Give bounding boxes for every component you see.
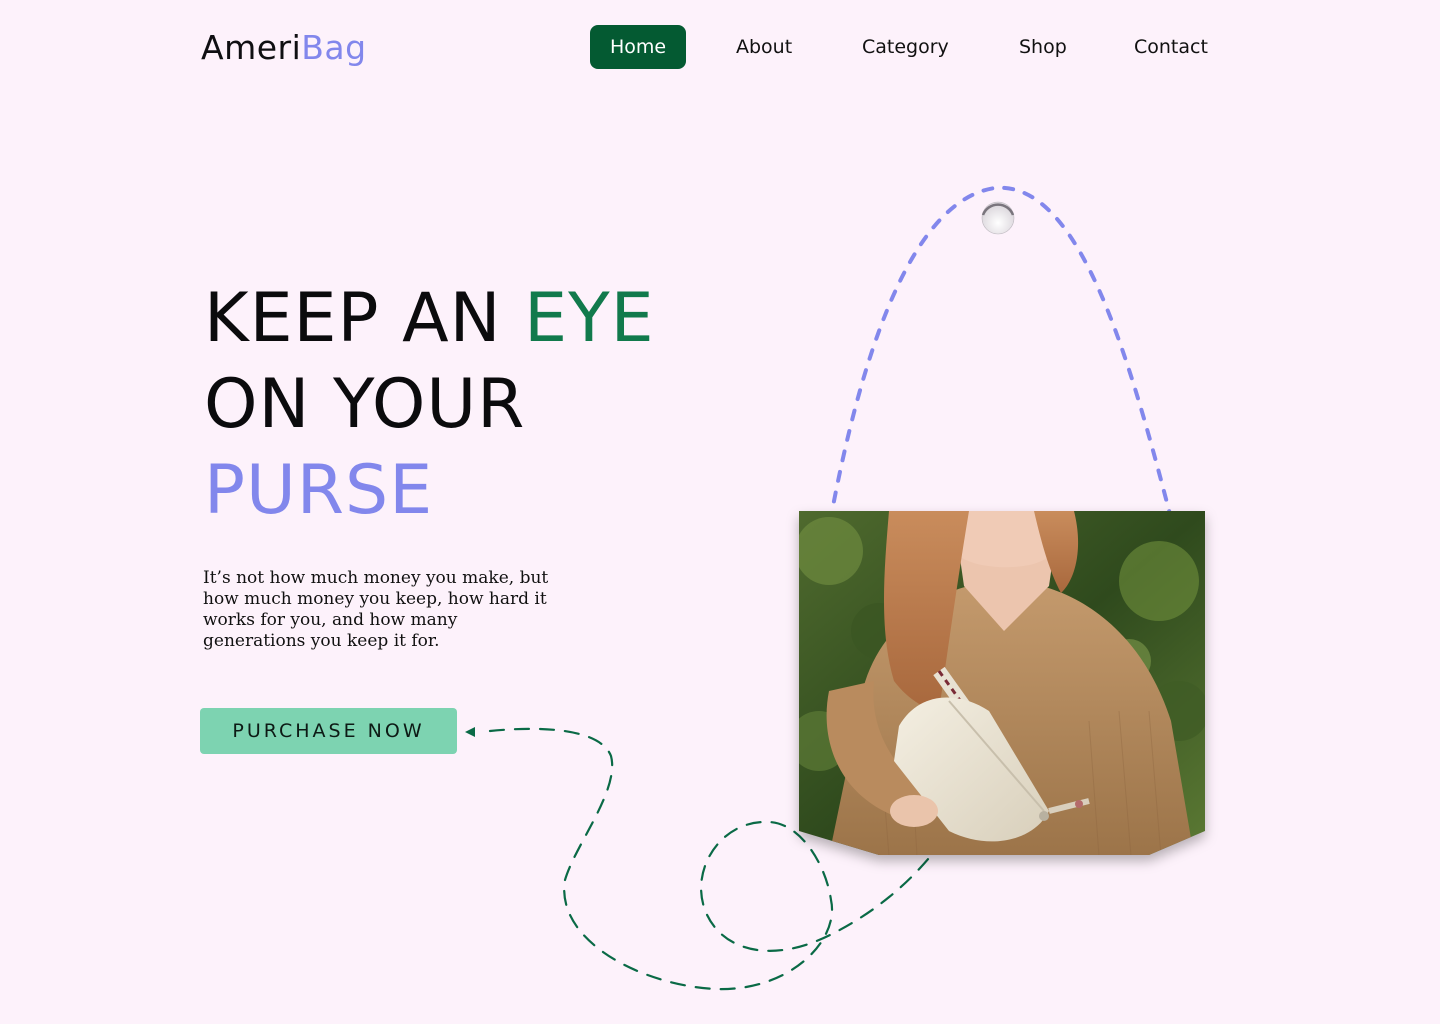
logo-text-part2: Bag (301, 28, 367, 67)
nav-shop[interactable]: Shop (1019, 25, 1067, 69)
nav-home[interactable]: Home (590, 25, 686, 69)
woman-with-belt-bag-photo-icon (799, 511, 1205, 855)
nav-about[interactable]: About (736, 25, 792, 69)
headline-line-3: PURSE (204, 451, 434, 530)
product-photo (799, 511, 1205, 856)
purchase-now-button[interactable]: PURCHASE NOW (200, 708, 457, 754)
headline-keep-an: KEEP AN (204, 279, 502, 358)
tag-hole-icon (981, 201, 1015, 235)
nav-contact[interactable]: Contact (1134, 25, 1208, 69)
headline-line-2: ON YOUR (204, 365, 526, 444)
hero-headline: KEEP AN EYE ON YOUR PURSE (204, 276, 655, 534)
logo-text-part1: Ameri (201, 28, 302, 67)
headline-eye: EYE (524, 279, 655, 358)
headline-line-1: KEEP AN EYE (204, 276, 655, 362)
arrow-head-icon (465, 727, 475, 737)
landing-page: AmeriBag Home About Category Shop Contac… (0, 0, 1440, 1024)
hero-description: It’s not how much money you make, but ho… (203, 568, 549, 651)
logo[interactable]: AmeriBag (201, 26, 367, 70)
nav-category[interactable]: Category (862, 25, 949, 69)
